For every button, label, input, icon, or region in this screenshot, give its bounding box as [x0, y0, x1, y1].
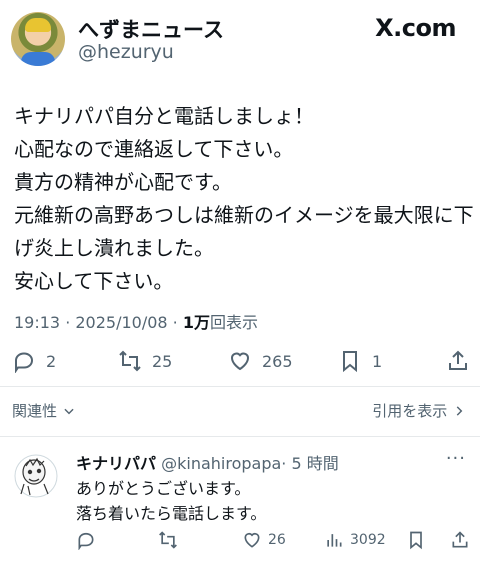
tweet-line: 心配なので連絡返して下さい。 — [14, 137, 294, 161]
tweet-body: キナリパパ自分と電話しましょ！ 心配なので連絡返して下さい。 貴方の精神が心配で… — [14, 100, 474, 298]
tweet-line: げ炎上し潰れました。 — [14, 236, 214, 260]
share-button[interactable] — [446, 349, 470, 373]
related-sort-button[interactable]: 関連性 — [12, 400, 76, 421]
tweet-header: へずまニュース @hezuryu X.com — [0, 0, 480, 80]
reply-views-button[interactable]: 3092 — [324, 530, 386, 550]
reply-line: ありがとうございます。 — [76, 479, 251, 498]
divider — [0, 436, 480, 437]
heart-icon — [244, 532, 260, 548]
tweet-line: 安心して下さい。 — [14, 269, 174, 293]
reply-avatar[interactable] — [14, 454, 58, 498]
retweet-icon — [159, 531, 177, 549]
reply-retweet-button[interactable] — [158, 530, 178, 550]
reply-like-count: 26 — [268, 532, 286, 548]
reply-time[interactable]: · 5 時間 — [281, 454, 338, 473]
reply-line: 落ち着いたら電話します。 — [76, 504, 267, 523]
reply-header: キナリパパ @kinahiropapa· 5 時間 — [76, 450, 339, 474]
share-icon — [452, 531, 468, 548]
view-count: 1万 — [182, 313, 210, 332]
reply-body: ありがとうございます。 落ち着いたら電話します。 — [76, 476, 266, 526]
reply-share-button[interactable] — [450, 530, 470, 550]
bookmark-icon — [410, 531, 422, 550]
like-button[interactable]: 265 — [228, 349, 293, 373]
more-options-icon[interactable]: ··· — [446, 448, 466, 469]
reply-button[interactable]: 2 — [12, 349, 56, 373]
author-display-name[interactable]: へずまニュース — [78, 14, 224, 44]
like-count: 265 — [262, 351, 293, 371]
reply-display-name[interactable]: キナリパパ — [76, 454, 156, 473]
avatar-shirt — [21, 52, 55, 66]
tweet-actions: 2 25 265 1 — [0, 345, 480, 379]
bookmark-icon — [343, 351, 357, 373]
view-label: 回表示 — [209, 313, 258, 332]
tweet-line: 元維新の高野あつしは維新のイメージを最大限に下 — [14, 203, 474, 227]
views-icon — [327, 534, 342, 547]
chevron-down-icon — [64, 408, 74, 415]
reply-handle[interactable]: @kinahiropapa — [161, 454, 281, 473]
quote-link-label: 引用を表示 — [372, 402, 448, 420]
bookmark-count: 1 — [372, 351, 383, 371]
reply-count: 2 — [46, 351, 57, 371]
heart-icon — [230, 352, 250, 371]
reply-like-button[interactable]: 26 — [242, 530, 286, 550]
retweet-button[interactable]: 25 — [118, 349, 172, 373]
reply-actions: 26 3092 — [0, 530, 480, 554]
chevron-right-icon — [456, 406, 463, 416]
reply-reply-button[interactable] — [76, 530, 96, 550]
reply-tweet[interactable]: キナリパパ @kinahiropapa· 5 時間 ··· ありがとうございます… — [0, 446, 480, 565]
bookmark-button[interactable]: 1 — [338, 349, 382, 373]
author-handle[interactable]: @hezuryu — [78, 41, 174, 63]
divider — [0, 386, 480, 387]
reply-view-count: 3092 — [350, 532, 386, 548]
related-label: 関連性 — [12, 402, 58, 420]
reply-icon — [15, 352, 34, 373]
avatar-hat — [25, 18, 51, 32]
reply-icon — [78, 532, 94, 550]
brand-logo: X.com — [375, 14, 456, 42]
retweet-icon — [119, 350, 141, 372]
tweet-line: 貴方の精神が心配です。 — [14, 170, 232, 194]
view-quotes-link[interactable]: 引用を表示 — [372, 400, 466, 421]
tweet-line: キナリパパ自分と電話しましょ！ — [14, 104, 314, 128]
author-avatar[interactable] — [11, 12, 65, 66]
share-icon — [449, 350, 467, 370]
retweet-count: 25 — [152, 351, 173, 371]
reply-bookmark-button[interactable] — [406, 530, 426, 550]
tweet-meta: 19:13 · 2025/10/08 · 1万回表示 — [14, 309, 258, 333]
tweet-timestamp[interactable]: 19:13 · 2025/10/08 · — [14, 313, 183, 332]
